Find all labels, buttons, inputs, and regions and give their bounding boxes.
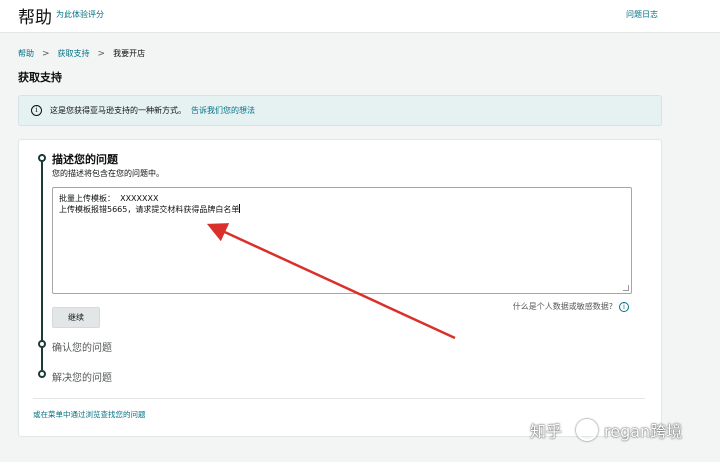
step-describe-title: 描述您的问题 bbox=[52, 153, 118, 166]
info-icon: i bbox=[31, 105, 42, 116]
browse-menu-link[interactable]: 或在菜单中通过浏览查找您的问题 bbox=[33, 409, 146, 420]
feedback-link[interactable]: 告诉我们您的想法 bbox=[191, 105, 255, 116]
info-text: 这是您获得亚马逊支持的一种新方式。 bbox=[50, 106, 186, 115]
textarea-line: 上传模板报错5665，请求提交材料获得品牌白名单 bbox=[59, 204, 241, 214]
privacy-link[interactable]: 什么是个人数据或敏感数据? bbox=[513, 301, 613, 312]
wechat-logo-icon bbox=[576, 419, 599, 441]
step-dot bbox=[38, 370, 46, 378]
breadcrumb-help[interactable]: 帮助 bbox=[18, 48, 34, 59]
page-header-title: 帮助 bbox=[18, 8, 52, 28]
info-banner: i 这是您获得亚马逊支持的一种新方式。 告诉我们您的想法 bbox=[18, 95, 662, 126]
breadcrumb: 帮助 > 获取支持 > 我要开店 bbox=[18, 48, 145, 59]
step-dot bbox=[38, 340, 46, 348]
text-caret bbox=[239, 204, 241, 213]
privacy-info: 什么是个人数据或敏感数据? i bbox=[513, 301, 629, 312]
watermark-text: regan跨境 bbox=[604, 422, 683, 441]
top-bar: 帮助 为此体验评分 问题日志 bbox=[0, 0, 720, 33]
step-confirm-title: 确认您的问题 bbox=[52, 343, 112, 354]
textarea-line: 批量上传模板： XXXXXXX bbox=[59, 194, 159, 203]
info-circle-icon[interactable]: i bbox=[619, 301, 629, 312]
step-resolve-title: 解决您的问题 bbox=[52, 373, 112, 384]
breadcrumb-get-support[interactable]: 获取支持 bbox=[58, 48, 90, 59]
case-log-link[interactable]: 问题日志 bbox=[626, 9, 658, 20]
rate-experience-link[interactable]: 为此体验评分 bbox=[56, 9, 104, 20]
step-describe-description: 您的描述将包含在您的问题中。 bbox=[52, 169, 164, 178]
divider bbox=[33, 398, 645, 399]
breadcrumb-current: 我要开店 bbox=[113, 49, 146, 58]
watermark-text: 知乎 bbox=[530, 422, 563, 441]
breadcrumb-separator: > bbox=[97, 48, 106, 59]
watermark: 知乎 regan跨境 bbox=[530, 418, 682, 442]
resize-handle[interactable] bbox=[623, 285, 629, 291]
issue-description-textarea[interactable]: 批量上传模板： XXXXXXX 上传模板报错5665，请求提交材料获得品牌白名单 bbox=[52, 187, 632, 294]
continue-button[interactable]: 继续 bbox=[52, 307, 100, 328]
step-timeline bbox=[41, 154, 43, 370]
page-title: 获取支持 bbox=[18, 71, 62, 84]
support-card: 描述您的问题 您的描述将包含在您的问题中。 批量上传模板： XXXXXXX 上传… bbox=[18, 139, 662, 437]
step-dot-active bbox=[38, 154, 46, 162]
breadcrumb-separator: > bbox=[42, 48, 50, 59]
